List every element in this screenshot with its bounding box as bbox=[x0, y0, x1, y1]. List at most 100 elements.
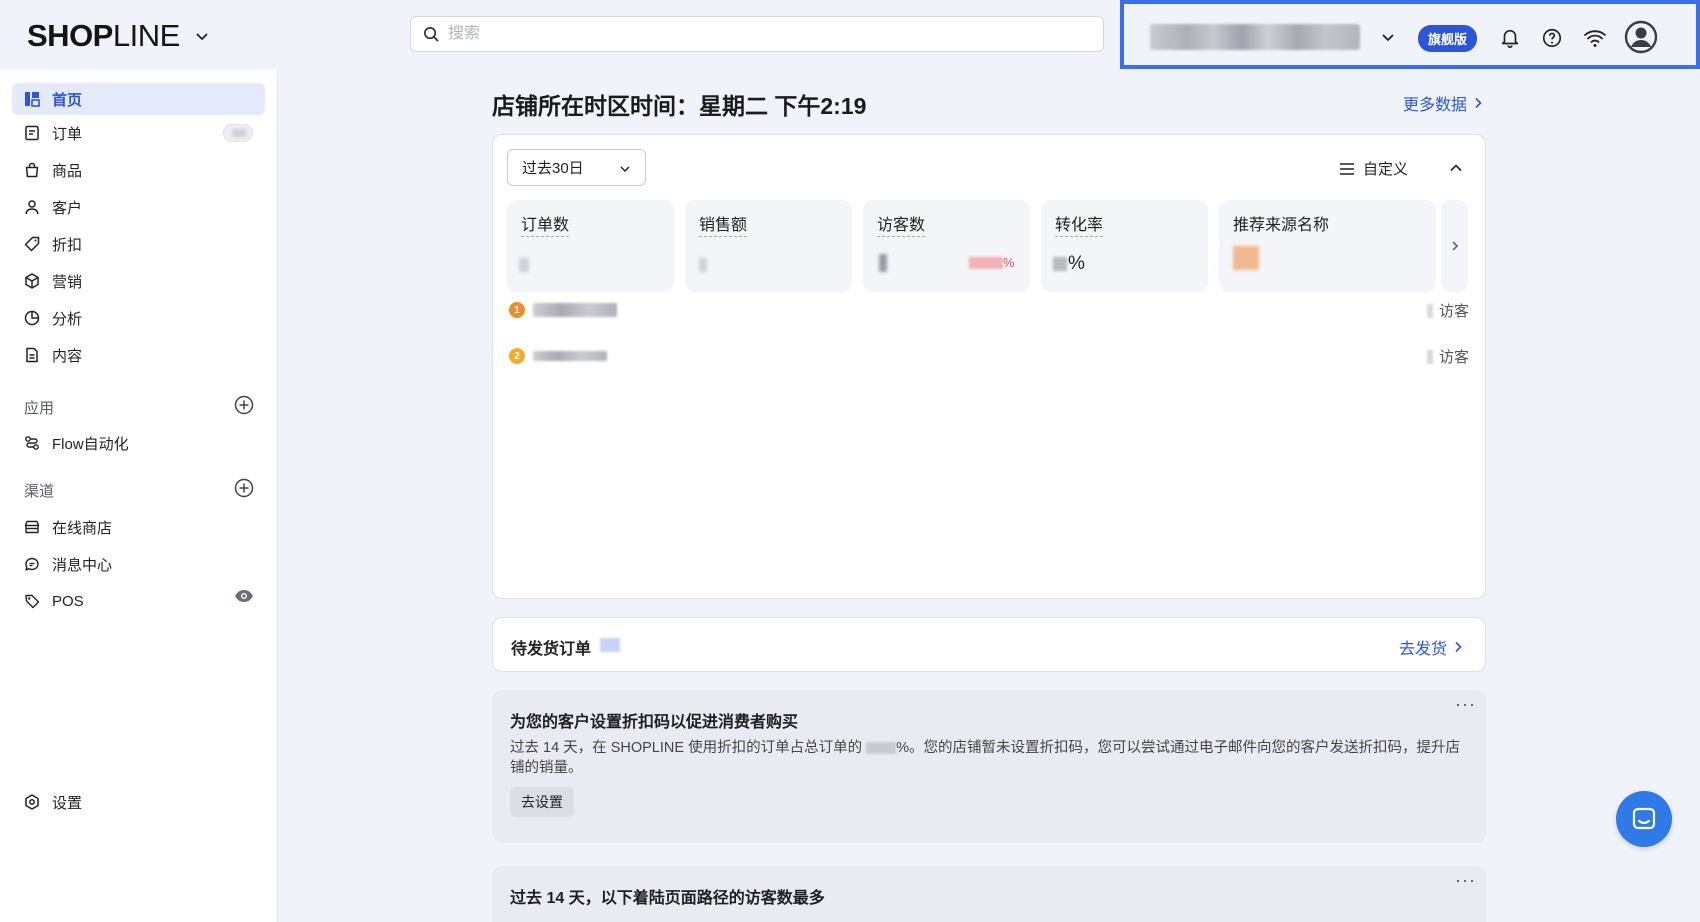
sidebar-item-analytics[interactable]: 分析 bbox=[12, 302, 265, 334]
sidebar-item-label: 客户 bbox=[52, 199, 83, 217]
more-data-link[interactable]: 更多数据 bbox=[1403, 91, 1483, 115]
chevron-right-icon bbox=[1451, 241, 1458, 251]
pending-orders-card: 待发货订单 去发货 bbox=[492, 617, 1486, 672]
sidebar-item-label: 营销 bbox=[52, 273, 83, 291]
network-status-button[interactable] bbox=[1581, 24, 1609, 52]
pending-count-badge bbox=[600, 638, 620, 652]
more-options-button[interactable]: ··· bbox=[1455, 694, 1476, 715]
sidebar-item-products[interactable]: 商品 bbox=[12, 154, 265, 186]
kpi-next-button[interactable] bbox=[1441, 200, 1468, 292]
chat-support-button[interactable] bbox=[1616, 791, 1672, 847]
sidebar-item-flow[interactable]: Flow自动化 bbox=[12, 427, 265, 459]
sidebar-item-label: 首页 bbox=[52, 91, 83, 109]
sidebar-item-customers[interactable]: 客户 bbox=[12, 191, 265, 223]
referrer-row: 2 访客 bbox=[509, 344, 1469, 368]
flow-icon bbox=[25, 436, 39, 450]
sidebar-item-discounts[interactable]: 折扣 bbox=[12, 228, 265, 260]
notification-button[interactable] bbox=[1496, 24, 1524, 52]
referrer-name-blurred bbox=[533, 303, 617, 317]
sidebar-item-label: 设置 bbox=[52, 794, 83, 812]
card-title: 为您的客户设置折扣码以促进消费者购买 bbox=[510, 714, 799, 731]
settings-icon bbox=[25, 794, 39, 810]
sidebar-item-label: 商品 bbox=[52, 162, 83, 180]
sidebar-item-home[interactable]: 首页 bbox=[12, 83, 265, 115]
main-content: 店铺所在时区时间：星期二 下午2:19 更多数据 过去30日 自定义 订单数 销… bbox=[278, 69, 1700, 922]
add-channel-icon[interactable] bbox=[233, 477, 255, 499]
kpi-label: 销售额 bbox=[699, 216, 748, 237]
kpi-card-conversion[interactable]: 转化率 % bbox=[1041, 200, 1208, 292]
referrer-name-blurred bbox=[533, 351, 607, 361]
pie-icon bbox=[24, 310, 40, 326]
chevron-down-icon bbox=[196, 33, 208, 41]
rank-badge: 1 bbox=[509, 302, 525, 318]
analytics-panel: 过去30日 自定义 订单数 销售额 访客数 % 转化率 % 推荐来源名称 1 访… bbox=[492, 134, 1486, 599]
customize-button[interactable]: 自定义 bbox=[1339, 158, 1408, 179]
sidebar-item-marketing[interactable]: 营销 bbox=[12, 265, 265, 297]
chevron-up-icon[interactable] bbox=[1448, 160, 1464, 176]
chat-bubble-icon bbox=[1632, 807, 1656, 830]
add-app-icon[interactable] bbox=[233, 394, 255, 416]
go-ship-link[interactable]: 去发货 bbox=[1399, 635, 1463, 659]
pos-tag-icon bbox=[25, 594, 40, 609]
kpi-card-visitors[interactable]: 访客数 % bbox=[863, 200, 1030, 292]
kpi-label: 转化率 bbox=[1055, 216, 1104, 237]
sidebar-item-pos[interactable]: POS bbox=[12, 585, 265, 617]
store-icon bbox=[24, 520, 40, 534]
kpi-card-referrer[interactable]: 推荐来源名称 bbox=[1219, 200, 1436, 292]
sidebar-item-message-center[interactable]: 消息中心 bbox=[12, 548, 265, 580]
referrer-thumbnail bbox=[1233, 246, 1259, 270]
page-title: 店铺所在时区时间：星期二 下午2:19 bbox=[492, 93, 867, 119]
store-switcher-logo[interactable]: SHOPLINE bbox=[27, 18, 210, 54]
discount-suggestion-card: ··· 为您的客户设置折扣码以促进消费者购买 过去 14 天，在 SHOPLIN… bbox=[492, 690, 1486, 843]
search-input[interactable] bbox=[448, 25, 1048, 43]
sidebar-item-label: 内容 bbox=[52, 347, 83, 365]
pending-orders-title: 待发货订单 bbox=[511, 641, 592, 658]
menu-icon bbox=[1340, 162, 1354, 175]
search-box bbox=[410, 16, 1104, 52]
referrer-row: 1 访客 bbox=[509, 298, 1469, 322]
search-icon bbox=[424, 26, 439, 42]
person-icon bbox=[25, 200, 39, 215]
date-range-select[interactable]: 过去30日 bbox=[507, 149, 646, 186]
avatar-icon bbox=[1624, 20, 1658, 54]
sidebar-item-label: 在线商店 bbox=[52, 519, 113, 537]
order-icon bbox=[25, 125, 39, 141]
shopline-logo: SHOPLINE bbox=[27, 18, 180, 53]
sidebar-item-label: 分析 bbox=[52, 310, 83, 328]
more-options-button[interactable]: ··· bbox=[1455, 870, 1476, 891]
chevron-down-icon[interactable] bbox=[1380, 29, 1396, 45]
dashboard-icon bbox=[25, 92, 40, 107]
help-button[interactable] bbox=[1538, 24, 1566, 52]
kpi-label: 推荐来源名称 bbox=[1233, 217, 1330, 234]
top-bar: SHOPLINE 旗舰版 bbox=[0, 0, 1700, 69]
go-setup-button[interactable]: 去设置 bbox=[510, 787, 574, 817]
kpi-label: 访客数 bbox=[877, 216, 926, 237]
store-name-blurred[interactable] bbox=[1150, 24, 1360, 50]
sidebar-item-label: POS bbox=[52, 592, 84, 610]
sidebar-item-settings[interactable]: 设置 bbox=[12, 786, 265, 818]
bag-icon bbox=[25, 162, 39, 178]
visitor-change-value: % bbox=[969, 255, 1015, 270]
sidebar: 首页 订单 商品 客户 折扣 营销 分析 内容 应用 Flow自动化 渠道 在线… bbox=[0, 69, 278, 922]
kpi-card-sales[interactable]: 销售额 bbox=[685, 200, 852, 292]
card-title: 过去 14 天，以下着陆页面路径的访客数最多 bbox=[510, 890, 825, 907]
sidebar-item-label: Flow自动化 bbox=[52, 435, 129, 453]
kpi-label: 订单数 bbox=[521, 216, 570, 237]
wifi-icon bbox=[1584, 30, 1606, 47]
kpi-card-orders[interactable]: 订单数 bbox=[507, 200, 674, 292]
card-description: 过去 14 天，在 SHOPLINE 使用折扣的订单占总订单的 %。您的店铺暂未… bbox=[510, 740, 1460, 776]
section-label-channels: 渠道 bbox=[24, 483, 55, 500]
user-avatar-button[interactable] bbox=[1624, 20, 1658, 54]
plan-badge: 旗舰版 bbox=[1418, 25, 1478, 52]
sidebar-item-label: 订单 bbox=[52, 125, 83, 143]
sidebar-item-online-store[interactable]: 在线商店 bbox=[12, 511, 265, 543]
sidebar-item-orders[interactable]: 订单 bbox=[12, 117, 265, 149]
sidebar-item-label: 消息中心 bbox=[52, 556, 113, 574]
chevron-right-icon bbox=[1455, 641, 1462, 653]
cube-icon bbox=[25, 273, 39, 289]
sidebar-item-label: 折扣 bbox=[52, 236, 83, 254]
section-label-apps: 应用 bbox=[24, 400, 55, 417]
header-actions-highlight: 旗舰版 bbox=[1120, 0, 1700, 69]
rank-badge: 2 bbox=[509, 348, 525, 364]
sidebar-item-content[interactable]: 内容 bbox=[12, 339, 265, 371]
